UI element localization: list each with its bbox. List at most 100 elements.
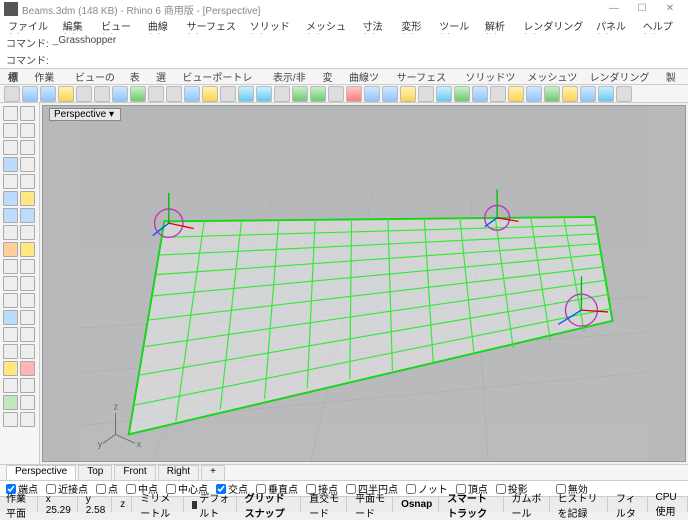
status-cell[interactable]: スマートトラック [441,497,503,512]
viewport-tab[interactable]: Top [78,465,112,480]
status-cell[interactable]: y 2.58 [80,497,112,512]
tool-button[interactable] [20,293,35,308]
toolbar-button[interactable] [328,86,344,102]
close-button[interactable]: ✕ [656,0,684,18]
toolbar-button[interactable] [238,86,254,102]
menu-item[interactable]: 変形(T) [399,18,431,34]
menu-item[interactable]: 曲線(C) [146,18,179,34]
tab[interactable]: ビューの設定 [73,69,120,84]
toolbar-button[interactable] [274,86,290,102]
tool-button[interactable] [3,191,18,206]
menu-item[interactable]: サーフェス(S) [185,18,242,34]
toolbar-button[interactable] [202,86,218,102]
status-cell[interactable]: グリッドスナップ [239,497,302,512]
toolbar-button[interactable] [94,86,110,102]
tool-button[interactable] [3,140,18,155]
tool-button[interactable] [20,225,35,240]
toolbar-button[interactable] [310,86,326,102]
tab[interactable]: メッシュツール [525,69,579,84]
tool-button[interactable] [3,310,18,325]
toolbar-button[interactable] [454,86,470,102]
toolbar-button[interactable] [490,86,506,102]
menu-item[interactable]: 編集(E) [61,18,93,34]
toolbar-button[interactable] [544,86,560,102]
menu-item[interactable]: 寸法(D) [361,18,394,34]
tab[interactable]: 選択 [154,69,172,84]
tool-button[interactable] [3,378,18,393]
tool-button[interactable] [3,259,18,274]
status-cell[interactable]: ミリメートル [134,497,184,512]
tool-button[interactable] [20,106,35,121]
tool-button[interactable] [3,123,18,138]
status-cell[interactable]: フィルタ [610,497,648,512]
status-cell[interactable]: z [114,497,132,512]
viewport-label[interactable]: Perspective ▾ [49,108,121,121]
status-cell[interactable]: ガムボール [506,497,550,512]
viewport-tab[interactable]: Right [158,465,199,480]
status-cell[interactable]: 直交モード [303,497,347,512]
tool-button[interactable] [3,242,18,257]
tab[interactable]: 表示 [128,69,146,84]
status-cell[interactable]: ヒストリを記録 [552,497,608,512]
tool-button[interactable] [20,378,35,393]
menu-item[interactable]: 解析(A) [483,18,515,34]
tool-button[interactable] [3,344,18,359]
menu-item[interactable]: パネル(P) [594,18,635,34]
tab[interactable]: 製図 [664,69,682,84]
osnap-ノット[interactable]: ノット [406,481,448,496]
viewport-tab[interactable]: Perspective [6,465,76,480]
tool-button[interactable] [3,293,18,308]
menu-item[interactable]: ビュー(V) [99,18,140,34]
toolbar-button[interactable] [148,86,164,102]
tool-button[interactable] [20,395,35,410]
toolbar-button[interactable] [58,86,74,102]
tab[interactable]: レンダリングツール [587,69,655,84]
status-cell[interactable]: 作業平面 [0,497,38,512]
toolbar-button[interactable] [472,86,488,102]
tool-button[interactable] [3,395,18,410]
tool-button[interactable] [20,157,35,172]
status-cell[interactable]: Osnap [395,497,439,512]
toolbar-button[interactable] [598,86,614,102]
toolbar-button[interactable] [292,86,308,102]
toolbar-button[interactable] [40,86,56,102]
toolbar-button[interactable] [112,86,128,102]
tab[interactable]: 曲線ツール [347,69,387,84]
toolbar-button[interactable] [562,86,578,102]
menu-item[interactable]: ヘルプ(H) [641,18,682,34]
minimize-button[interactable]: — [600,0,628,18]
tool-button[interactable] [20,123,35,138]
tool-button[interactable] [3,412,18,427]
status-cell[interactable]: 平面モード [349,497,393,512]
toolbar-button[interactable] [364,86,380,102]
tool-button[interactable] [20,310,35,325]
status-layer[interactable]: デフォルト [186,497,236,512]
toolbar-button[interactable] [526,86,542,102]
viewport[interactable]: Perspective ▾ [42,105,686,462]
toolbar-button[interactable] [4,86,20,102]
menu-item[interactable]: ファイル(F) [6,18,55,34]
tool-button[interactable] [20,174,35,189]
menu-item[interactable]: レンダリング(R) [521,18,588,34]
tool-button[interactable] [20,259,35,274]
menu-item[interactable]: ソリッド(O) [248,18,298,34]
tool-button[interactable] [3,327,18,342]
tool-button[interactable] [3,174,18,189]
tool-button[interactable] [3,208,18,223]
tool-button[interactable] [3,157,18,172]
add-tab-icon[interactable]: + [201,465,225,480]
toolbar-button[interactable] [436,86,452,102]
toolbar-button[interactable] [130,86,146,102]
tab[interactable]: 標準 [6,69,24,84]
toolbar-button[interactable] [580,86,596,102]
tool-button[interactable] [3,361,18,376]
toolbar-button[interactable] [508,86,524,102]
tab[interactable]: 表示/非表示 [271,69,313,84]
tab[interactable]: ビューポートレイアウト [180,69,263,84]
tab[interactable]: サーフェスツール [395,69,456,84]
status-cell[interactable]: x 25.29 [40,497,78,512]
toolbar-button[interactable] [22,86,38,102]
toolbar-button[interactable] [616,86,632,102]
viewport-tab[interactable]: Front [114,465,155,480]
tool-button[interactable] [20,344,35,359]
